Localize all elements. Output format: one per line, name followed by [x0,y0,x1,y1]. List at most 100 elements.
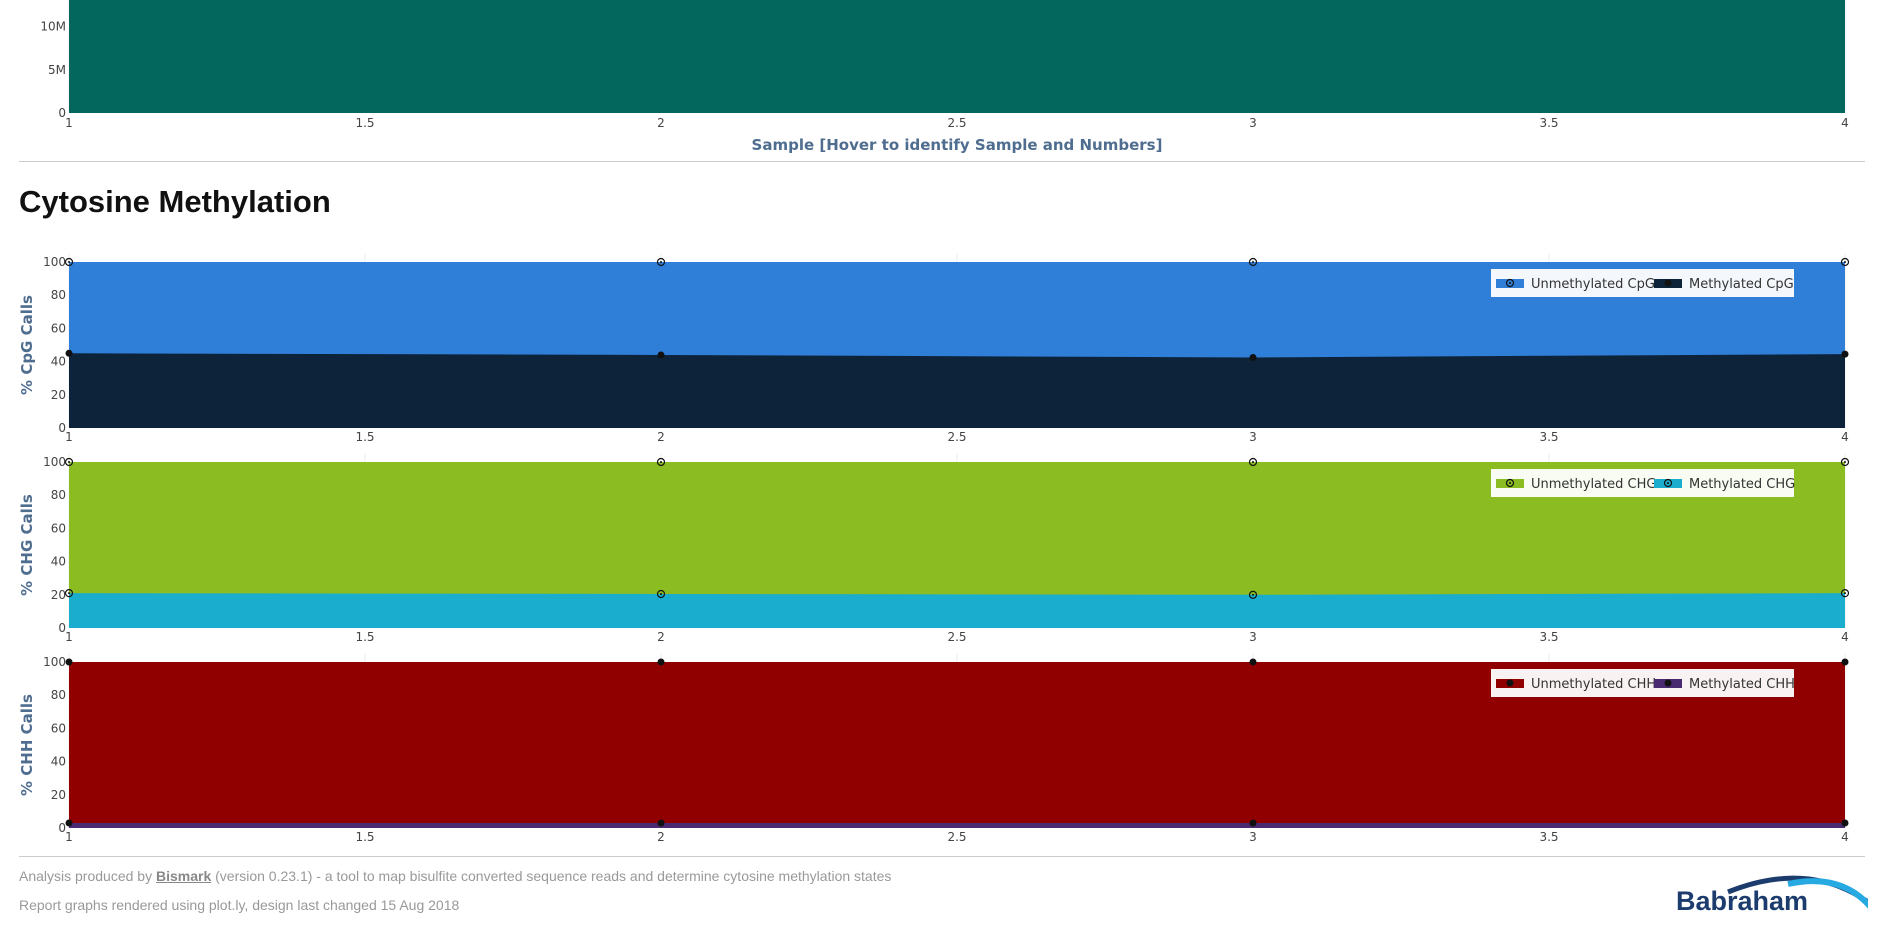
series-area [69,593,1845,628]
y-tick-label: 100 [43,655,66,669]
y-tick-label: 60 [51,321,66,335]
data-point [65,819,73,827]
data-point [657,351,665,359]
x-tick-label: 2 [657,430,665,444]
bismark-link[interactable]: Bismark [156,868,211,884]
legend-label: Methylated CHG [1689,477,1795,492]
y-tick-label: 40 [51,755,66,769]
data-point-center [660,461,662,463]
x-tick-label: 3.5 [1539,630,1558,644]
y-tick-label: 60 [51,521,66,535]
footer: Analysis produced by Bismark (version 0.… [19,868,1419,926]
data-point-center [1844,461,1846,463]
y-tick-label: 100 [43,255,66,269]
x-tick-label: 2.5 [947,630,966,644]
x-tick-label: 4 [1841,430,1849,444]
methylation-charts: 0204060801001 1.5 2 2.5 3 3.5 4% CpG CallsUnme… [18,254,1850,844]
y-tick-label: 10M [40,20,66,34]
y-tick-label: 20 [51,388,66,402]
x-tick-label: 1 [65,630,73,644]
y-tick-label: 5M [48,63,66,77]
series-area [69,823,1845,828]
methylation-panel: 0204060801001 1.5 2 2.5 3 3.5 4% CHG CallsUnme… [18,454,1850,644]
y-axis-title: % CpG Calls [18,295,36,395]
data-point-center [1844,261,1846,263]
y-tick-label: 80 [51,688,66,702]
total-reads-chart: 05M10M1 1.5 2 2.5 3 3.5 4Sample [Hover to iden… [40,0,1849,154]
legend-label: Unmethylated CHG [1531,477,1656,492]
data-point-center [660,261,662,263]
x-tick-label: 4 [1841,630,1849,644]
y-tick-label: 100 [43,455,66,469]
y-tick-label: 60 [51,721,66,735]
legend-marker [1664,679,1672,687]
x-tick-label: 1.5 [355,116,374,130]
section-divider [19,161,1865,162]
y-tick-label: 80 [51,488,66,502]
x-tick-label: 3 [1249,116,1257,130]
footer-line-analysis: Analysis produced by Bismark (version 0.… [19,868,1419,884]
data-point-center [68,592,70,595]
data-point [657,658,665,666]
data-point [1841,350,1849,358]
legend: Unmethylated CHG Methylated CHG [1491,469,1795,497]
footer-text: (version 0.23.1) - a tool to map bisulfi… [211,868,892,884]
data-point-center [1252,261,1254,263]
series-area [69,353,1845,428]
x-axis-title: Sample [Hover to identify Sample and Num… [752,136,1163,154]
x-tick-label: 3 [1249,430,1257,444]
x-tick-label: 2 [657,630,665,644]
data-point [1841,819,1849,827]
data-point [65,349,73,357]
y-axis-title: % CHG Calls [18,494,36,596]
x-tick-label: 3 [1249,630,1257,644]
footer-line-render: Report graphs rendered using plot.ly, de… [19,897,460,913]
footer-divider [19,856,1865,857]
legend-marker-center [1509,482,1511,484]
data-point-center [68,261,70,263]
babraham-logo: Babraham [1668,872,1868,912]
data-point-center [68,461,70,463]
x-tick-label: 4 [1841,116,1849,130]
legend-label: Methylated CHH [1689,677,1795,692]
y-tick-label: 20 [51,788,66,802]
legend-marker-center [1509,282,1511,284]
y-tick-label: 80 [51,288,66,302]
x-tick-label: 3.5 [1539,116,1558,130]
logo-text: Babraham [1676,886,1809,912]
y-axis-title: % CHH Calls [18,694,36,796]
legend-marker [1664,279,1672,287]
data-point [657,819,665,827]
legend-label: Methylated CpG [1689,277,1794,292]
y-tick-label: 40 [51,555,66,569]
x-tick-label: 1.5 [355,830,374,844]
x-tick-label: 4 [1841,830,1849,844]
x-tick-label: 2.5 [947,116,966,130]
x-tick-label: 2 [657,116,665,130]
data-point [65,658,73,666]
legend-marker-center [1667,482,1669,484]
legend: Unmethylated CpG Methylated CpG [1491,269,1794,297]
data-point-center [1844,592,1846,595]
data-point-center [1252,593,1254,596]
x-tick-label: 2 [657,830,665,844]
data-point [1249,658,1257,666]
x-tick-label: 3.5 [1539,430,1558,444]
footer-text: Analysis produced by [19,868,156,884]
y-tick-label: 40 [51,355,66,369]
legend-label: Unmethylated CpG [1531,277,1655,292]
data-point [1249,353,1257,361]
legend-label: Unmethylated CHH [1531,677,1656,692]
y-tick-label: 20 [51,588,66,602]
legend-marker [1506,679,1514,687]
x-tick-label: 1 [65,830,73,844]
x-tick-label: 1 [65,430,73,444]
x-tick-label: 1.5 [355,630,374,644]
x-tick-label: 1 [65,116,73,130]
data-point-center [1252,461,1254,463]
x-tick-label: 3 [1249,830,1257,844]
legend: Unmethylated CHH Methylated CHH [1491,669,1795,697]
methylation-panel: 0204060801001 1.5 2 2.5 3 3.5 4% CHH CallsUnme… [18,654,1849,844]
x-tick-label: 1.5 [355,430,374,444]
reads-area [69,0,1845,113]
